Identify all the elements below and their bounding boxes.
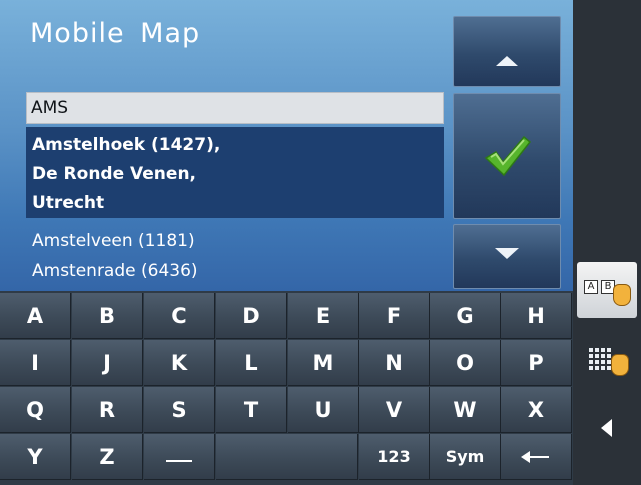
key-j[interactable]: J <box>72 340 143 386</box>
key-y[interactable]: Y <box>0 434 71 480</box>
list-item[interactable]: Amstelveen (1181) <box>26 224 444 258</box>
key-a[interactable]: A <box>0 293 71 339</box>
key-h[interactable]: H <box>501 293 572 339</box>
key-x[interactable]: X <box>501 387 572 433</box>
on-screen-keyboard: A B C D E F G H I J K L M N O P Q R S T … <box>0 291 573 485</box>
key-o[interactable]: O <box>430 340 501 386</box>
key-m[interactable]: M <box>288 340 359 386</box>
key-i[interactable]: I <box>0 340 71 386</box>
key-g[interactable]: G <box>430 293 501 339</box>
backspace-icon <box>521 451 549 463</box>
selected-result[interactable]: Amstelhoek (1427), De Ronde Venen, Utrec… <box>26 127 444 218</box>
pointing-hand-icon <box>611 354 629 376</box>
pointing-hand-icon <box>613 284 631 306</box>
key-f[interactable]: F <box>359 293 430 339</box>
space-bar-icon <box>166 460 192 462</box>
symbols-key[interactable]: Sym <box>430 434 501 480</box>
scroll-up-button[interactable] <box>453 16 561 87</box>
triangle-up-icon <box>496 55 518 66</box>
abc-letter-a: A <box>584 280 598 294</box>
app-title: Mobile Map <box>30 18 201 49</box>
right-toolbar: A B <box>573 0 641 485</box>
key-w[interactable]: W <box>430 387 501 433</box>
key-b[interactable]: B <box>72 293 143 339</box>
blank-key[interactable] <box>216 434 358 480</box>
back-button[interactable] <box>577 400 637 456</box>
triangle-down-icon <box>495 248 519 259</box>
scroll-down-button[interactable] <box>453 224 561 289</box>
search-panel: Mobile Map AMS Amstelhoek (1427), De Ron… <box>0 0 573 291</box>
key-p[interactable]: P <box>501 340 572 386</box>
back-arrow-icon <box>601 419 612 437</box>
key-t[interactable]: T <box>216 387 287 433</box>
key-q[interactable]: Q <box>0 387 71 433</box>
grid-keyboard-button[interactable] <box>577 330 637 386</box>
search-input[interactable]: AMS <box>26 92 444 124</box>
confirm-button[interactable] <box>453 93 561 219</box>
key-v[interactable]: V <box>359 387 430 433</box>
key-s[interactable]: S <box>144 387 215 433</box>
key-l[interactable]: L <box>216 340 287 386</box>
space-key[interactable] <box>144 434 215 480</box>
key-r[interactable]: R <box>72 387 143 433</box>
key-u[interactable]: U <box>288 387 359 433</box>
backspace-key[interactable] <box>501 434 572 480</box>
key-k[interactable]: K <box>144 340 215 386</box>
checkmark-icon <box>484 135 532 177</box>
key-n[interactable]: N <box>359 340 430 386</box>
grid-keyboard-icon <box>589 348 611 370</box>
key-c[interactable]: C <box>144 293 215 339</box>
numbers-key[interactable]: 123 <box>359 434 430 480</box>
list-item[interactable]: Amstenrade (6436) <box>26 254 444 288</box>
key-z[interactable]: Z <box>72 434 143 480</box>
key-e[interactable]: E <box>288 293 359 339</box>
abc-keyboard-button[interactable]: A B <box>577 262 637 318</box>
key-d[interactable]: D <box>216 293 287 339</box>
